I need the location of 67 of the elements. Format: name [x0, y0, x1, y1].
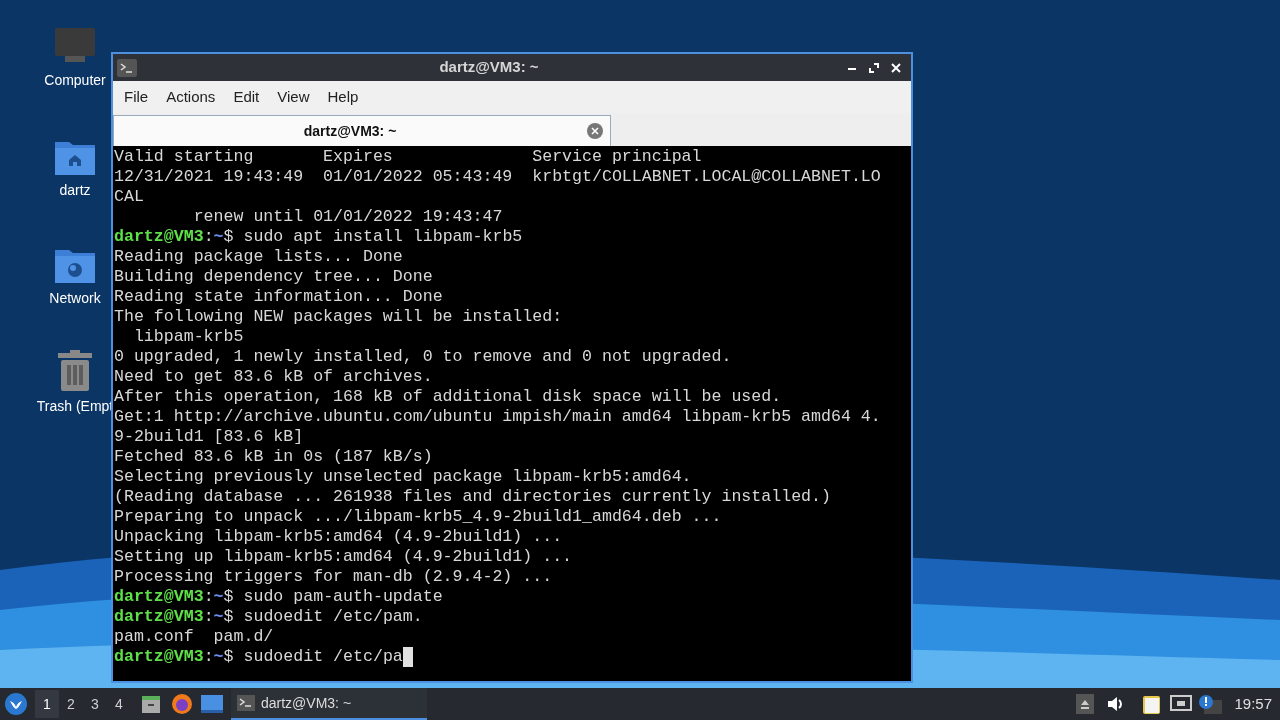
close-tab-icon[interactable]: [586, 122, 604, 140]
update-alert-icon[interactable]: [1198, 694, 1223, 714]
terminal-line: libpam-krb5: [132, 327, 245, 347]
terminal-line: Valid starting Expires Service principal: [114, 147, 703, 167]
terminal-line: 9-2build1 [83.6 kB]: [114, 427, 305, 447]
terminal-line: Get:1 http://archive.ubuntu.com/ubuntu impish/main amd64 libpam-krb5 amd64 4.: [114, 407, 882, 427]
prompt-user: dartz@VM3: [114, 227, 204, 247]
terminal-line: Building dependency tree... Done: [114, 267, 434, 287]
clock[interactable]: 19:57: [1234, 692, 1272, 716]
command-text: $ sudo apt install libpam-krb5: [223, 227, 523, 247]
terminal-line: (Reading database ... 261938 files and directories currently installed.): [114, 487, 832, 507]
prompt-path: ~: [213, 587, 224, 607]
terminal-line: CAL: [114, 187, 145, 207]
menu-item[interactable]: View: [268, 85, 319, 109]
desktop-icon-label[interactable]: Computer: [44, 70, 106, 91]
network-icon[interactable]: [1170, 695, 1193, 713]
window-title: dartz@VM3: ~: [438, 57, 540, 78]
terminal-icon: [117, 58, 137, 77]
trash-icon: [56, 350, 94, 392]
workspace-button[interactable]: 4: [107, 690, 131, 718]
desktop-icon-label[interactable]: Network: [49, 288, 101, 309]
terminal-line: Need to get 83.6 kB of archives.: [114, 367, 434, 387]
prompt-separator: :: [203, 587, 214, 607]
terminal-line: Fetched 83.6 kB in 0s (187 kB/s): [114, 447, 434, 467]
menu-item[interactable]: Edit: [224, 85, 269, 109]
terminal-line: pam.conf pam.d/: [114, 627, 275, 647]
terminal-line: Unpacking libpam-krb5:amd64 (4.9-2build1) ...: [114, 527, 564, 547]
prompt-user: dartz@VM3: [114, 647, 204, 667]
terminal-line: The following NEW packages will be installed:: [114, 307, 564, 327]
desktop-icon-label[interactable]: dartz: [59, 180, 91, 201]
terminal-line: 12/31/2021 19:43:49 01/01/2022 05:43:49 krbtgt/COLLABNET.LOCAL@COLLABNET.LO: [114, 167, 882, 187]
terminal-line: Processing triggers for man-db (2.9.4-2) ...: [114, 567, 554, 587]
terminal-line: Reading state information... Done: [114, 287, 444, 307]
prompt-separator: :: [203, 647, 214, 667]
prompt-separator: :: [203, 227, 214, 247]
file-manager-icon[interactable]: [141, 694, 161, 714]
workspace-button[interactable]: 1: [35, 690, 59, 718]
command-text: $ sudoedit /etc/pam.: [223, 607, 423, 627]
menu-item[interactable]: File: [115, 85, 158, 109]
workspace-button[interactable]: 3: [83, 690, 107, 718]
taskbar-task[interactable]: dartz@VM3: ~: [231, 688, 427, 720]
menu-item[interactable]: Help: [318, 85, 368, 109]
volume-icon[interactable]: [1106, 695, 1125, 713]
maximize-icon[interactable]: [869, 62, 879, 73]
terminal-line: After this operation, 168 kB of additional disk space will be used.: [114, 387, 783, 407]
clipboard-icon[interactable]: [1142, 693, 1163, 715]
browser-icon[interactable]: [171, 693, 193, 715]
workspace-button[interactable]: 2: [59, 690, 83, 718]
terminal-line: renew until 01/01/2022 19:43:47: [192, 207, 504, 227]
prompt-path: ~: [213, 227, 224, 247]
terminal-icon: [237, 695, 255, 711]
prompt-separator: :: [203, 607, 214, 627]
command-text: $ sudoedit /etc/pa: [223, 647, 403, 667]
menu-item[interactable]: Actions: [157, 85, 225, 109]
prompt-user: dartz@VM3: [114, 607, 204, 627]
command-text: $ sudo pam-auth-update: [223, 587, 443, 607]
terminal-tab[interactable]: dartz@VM3: ~: [113, 115, 611, 146]
eject-icon[interactable]: [1076, 694, 1095, 714]
prompt-path: ~: [213, 607, 224, 627]
terminal-line: Reading package lists... Done: [114, 247, 404, 267]
terminal-line: Preparing to unpack .../libpam-krb5_4.9-2build1_amd64.deb ...: [114, 507, 723, 527]
prompt-path: ~: [213, 647, 224, 667]
prompt-user: dartz@VM3: [114, 587, 204, 607]
terminal-line: Setting up libpam-krb5:amd64 (4.9-2build1) ...: [114, 547, 574, 567]
close-icon[interactable]: [891, 62, 901, 73]
terminal-line: Selecting previously unselected package libpam-krb5:amd64.: [114, 467, 693, 487]
terminal-line: 0 upgraded, 1 newly installed, 0 to remove and 0 not upgraded.: [114, 347, 733, 367]
